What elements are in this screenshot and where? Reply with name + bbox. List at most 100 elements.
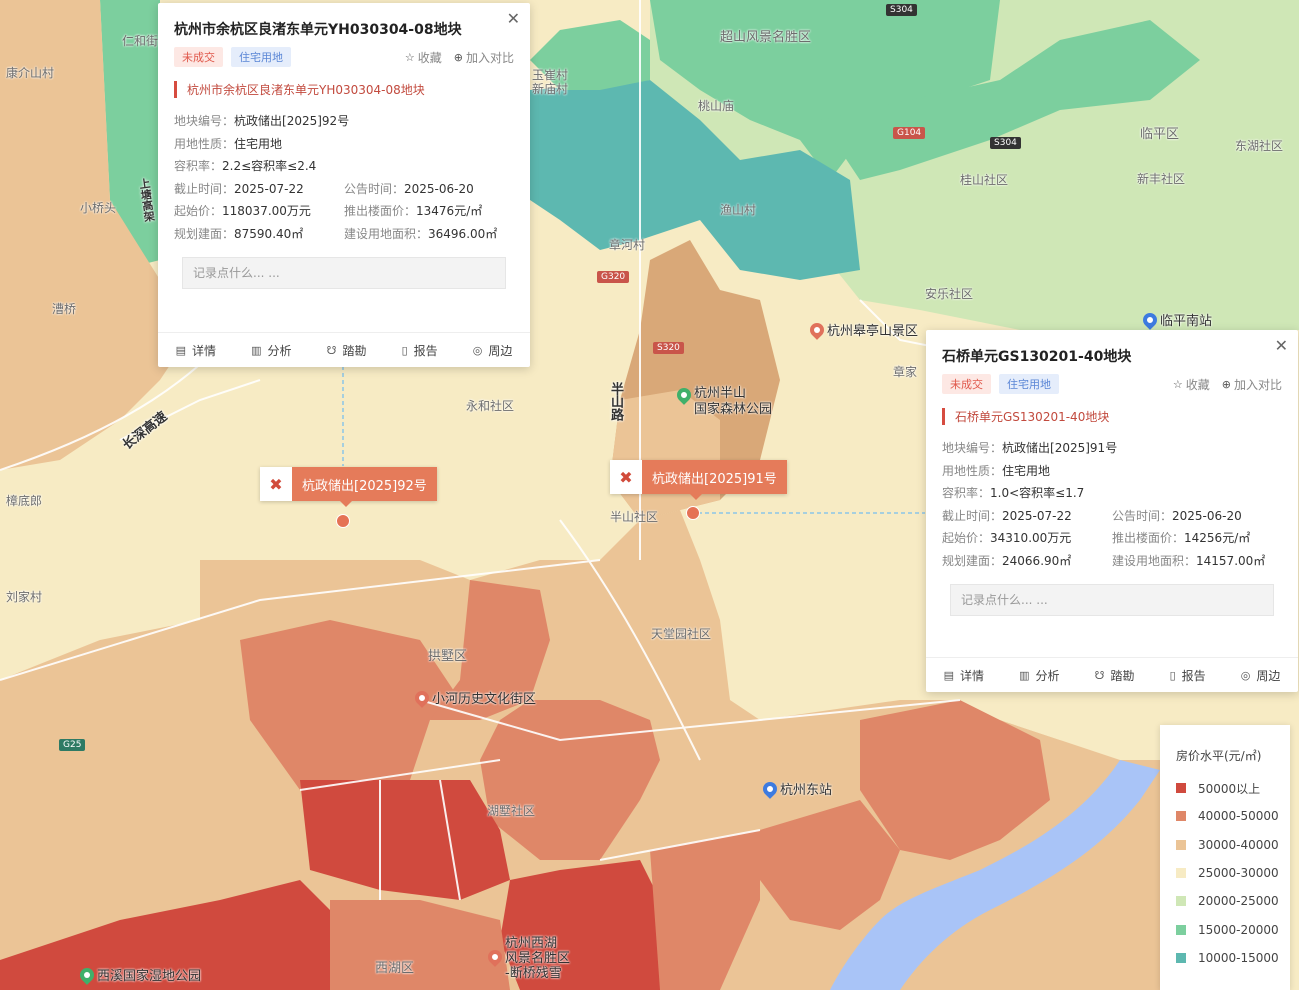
report-icon: ▯ bbox=[401, 343, 408, 357]
scenic-pin-icon bbox=[485, 947, 505, 967]
poi-xixi[interactable]: 西溪国家湿地公园 bbox=[77, 964, 201, 985]
land-use-badge: 住宅用地 bbox=[999, 374, 1059, 394]
poi-westlake[interactable]: 杭州西湖 风景名胜区 -断桥残雪 bbox=[485, 936, 571, 981]
label-taoshan: 桃山庙 bbox=[698, 99, 735, 113]
announce-label: 公告时间： bbox=[344, 181, 405, 196]
shield-s304-mid: S304 bbox=[990, 137, 1021, 149]
compare-button[interactable]: ⊕ 加入对比 bbox=[454, 49, 514, 66]
shield-s304-top: S304 bbox=[886, 4, 917, 16]
parcel-marker-91[interactable]: ✖ 杭政储出[2025]91号 bbox=[610, 460, 787, 500]
plot-no-label: 地块编号： bbox=[174, 114, 235, 128]
bar-chart-icon: ▥ bbox=[1019, 668, 1030, 682]
parcel-popup-92: ✕ 杭州市余杭区良渚东单元YH030304-08地块 未成交 住宅用地 ☆ 收藏 … bbox=[158, 3, 530, 367]
start-price-label: 起始价： bbox=[942, 531, 991, 545]
label-qiaoqiao: 漕桥 bbox=[52, 302, 77, 316]
label-guishan: 桂山社区 bbox=[960, 173, 1009, 187]
poi-westlake-line2: 风景名胜区 bbox=[505, 951, 571, 966]
info-row: 起始价： 34310.00万元 推出楼面价： 14256元/㎡ bbox=[942, 527, 1282, 550]
popup-toolbar: ▤ 详情 ▥ 分析 ☋ 踏勘 ▯ 报告 ◎ 周边 bbox=[926, 657, 1298, 692]
land-area-label: 建设用地面积： bbox=[1112, 553, 1197, 568]
poi-xiaohe[interactable]: 小河历史文化街区 bbox=[412, 687, 536, 708]
collect-button[interactable]: ☆ 收藏 bbox=[1173, 376, 1210, 393]
legend-item[interactable]: 10000-15000 bbox=[1160, 944, 1290, 972]
report-button[interactable]: ▯ 报告 bbox=[402, 342, 438, 359]
label-banshan-shequ: 半山社区 bbox=[610, 510, 659, 524]
parcel-marker-92[interactable]: ✖ 杭政储出[2025]92号 bbox=[260, 467, 437, 507]
scenic-pin-icon bbox=[807, 319, 827, 340]
announce-label: 公告时间： bbox=[1112, 508, 1173, 523]
detail-button[interactable]: ▤ 详情 bbox=[176, 342, 216, 359]
legend-item[interactable]: 15000-20000 bbox=[1160, 915, 1290, 943]
compare-button[interactable]: ⊕ 加入对比 bbox=[1222, 376, 1282, 393]
legend-item[interactable]: 30000-40000 bbox=[1160, 831, 1290, 859]
analysis-label: 分析 bbox=[267, 343, 292, 358]
poi-banshan-park[interactable]: 杭州半山 国家森林公园 bbox=[674, 385, 772, 418]
floor-price-value: 13476元/㎡ bbox=[416, 204, 483, 218]
parcel-marker-92-label: 杭政储出[2025]92号 bbox=[292, 467, 437, 501]
survey-label: 踏勘 bbox=[342, 343, 367, 358]
note-input[interactable]: 记录点什么... ... bbox=[182, 257, 506, 289]
legend-item[interactable]: 50000以上 bbox=[1160, 774, 1290, 802]
note-input[interactable]: 记录点什么... ... bbox=[950, 584, 1274, 616]
poi-hangzhou-east-label: 杭州东站 bbox=[780, 783, 833, 798]
report-button[interactable]: ▯ 报告 bbox=[1170, 667, 1206, 684]
start-price-value: 118037.00万元 bbox=[222, 204, 311, 218]
legend-label: 25000-30000 bbox=[1198, 866, 1279, 881]
status-badge: 未成交 bbox=[942, 374, 991, 394]
star-icon: ☆ bbox=[404, 50, 415, 64]
nearby-button[interactable]: ◎ 周边 bbox=[473, 342, 513, 359]
land-use-label: 用地性质： bbox=[174, 136, 235, 151]
far-value: 2.2≤容积率≤2.4 bbox=[222, 159, 317, 173]
collect-button[interactable]: ☆ 收藏 bbox=[405, 49, 442, 66]
parcel-popup-91: ✕ 石桥单元GS130201-40地块 未成交 住宅用地 ☆ 收藏 ⊕ 加入对比 石… bbox=[926, 330, 1298, 692]
legend-label: 10000-15000 bbox=[1198, 950, 1279, 965]
far-value: 1.0<容积率≤1.7 bbox=[990, 486, 1085, 500]
close-icon[interactable]: ✕ bbox=[507, 9, 520, 28]
info-row: 地块编号： 杭政储出[2025]91号 bbox=[942, 437, 1282, 460]
poi-linping-south-station[interactable]: 临平南站 bbox=[1140, 309, 1212, 330]
legend-swatch bbox=[1176, 868, 1186, 879]
parcel-location-dot-92[interactable] bbox=[336, 514, 350, 528]
legend-item[interactable]: 40000-50000 bbox=[1160, 802, 1290, 830]
poi-gaoting[interactable]: 杭州皋亭山景区 bbox=[807, 319, 919, 340]
station-pin-icon bbox=[760, 778, 780, 799]
parcel-location-dot-91[interactable] bbox=[686, 506, 700, 520]
analysis-button[interactable]: ▥ 分析 bbox=[251, 342, 291, 359]
plot-no-value: 杭政储出[2025]91号 bbox=[1002, 441, 1118, 455]
land-use-badge: 住宅用地 bbox=[231, 47, 291, 67]
label-xiaoqiaotou: 小桥头 bbox=[80, 201, 117, 215]
plus-circle-icon: ⊕ bbox=[1221, 377, 1231, 391]
start-price-label: 起始价： bbox=[174, 204, 223, 218]
park-pin-icon bbox=[77, 964, 97, 985]
info-row: 地块编号： 杭政储出[2025]92号 bbox=[174, 110, 514, 133]
legend-item[interactable]: 20000-25000 bbox=[1160, 887, 1290, 915]
nearby-button[interactable]: ◎ 周边 bbox=[1241, 667, 1281, 684]
floor-price-value: 14256元/㎡ bbox=[1184, 531, 1251, 545]
legend-label: 15000-20000 bbox=[1198, 922, 1279, 937]
close-icon[interactable]: ✕ bbox=[1275, 336, 1288, 355]
floor-price-label: 推出楼面价： bbox=[344, 204, 417, 218]
legend-swatch bbox=[1176, 896, 1186, 907]
popup-subtitle: 石桥单元GS130201-40地块 bbox=[942, 408, 1282, 425]
star-icon: ☆ bbox=[1172, 377, 1183, 391]
planned-area-label: 规划建面： bbox=[942, 553, 1003, 568]
analysis-button[interactable]: ▥ 分析 bbox=[1019, 667, 1059, 684]
detail-button[interactable]: ▤ 详情 bbox=[944, 667, 984, 684]
deadline-value: 2025-07-22 bbox=[1002, 508, 1072, 523]
info-row: 用地性质： 住宅用地 bbox=[942, 460, 1282, 483]
far-label: 容积率： bbox=[942, 486, 991, 500]
survey-button[interactable]: ☋ 踏勘 bbox=[327, 342, 367, 359]
poi-hangzhou-east-station[interactable]: 杭州东站 bbox=[760, 778, 833, 799]
poi-gaoting-label: 杭州皋亭山景区 bbox=[827, 324, 919, 339]
report-icon: ▯ bbox=[1169, 668, 1176, 682]
legend-item[interactable]: 25000-30000 bbox=[1160, 859, 1290, 887]
survey-button[interactable]: ☋ 踏勘 bbox=[1095, 667, 1135, 684]
shield-g104: G104 bbox=[893, 127, 926, 139]
marker-tail bbox=[690, 494, 702, 500]
popup-title: 杭州市余杭区良渚东单元YH030304-08地块 bbox=[174, 22, 462, 38]
document-icon: ▤ bbox=[943, 668, 954, 682]
label-linping-district: 临平区 bbox=[1140, 127, 1180, 142]
land-use-value: 住宅用地 bbox=[234, 136, 283, 151]
label-donghu: 东湖社区 bbox=[1235, 139, 1284, 153]
legend-label: 30000-40000 bbox=[1198, 837, 1279, 852]
